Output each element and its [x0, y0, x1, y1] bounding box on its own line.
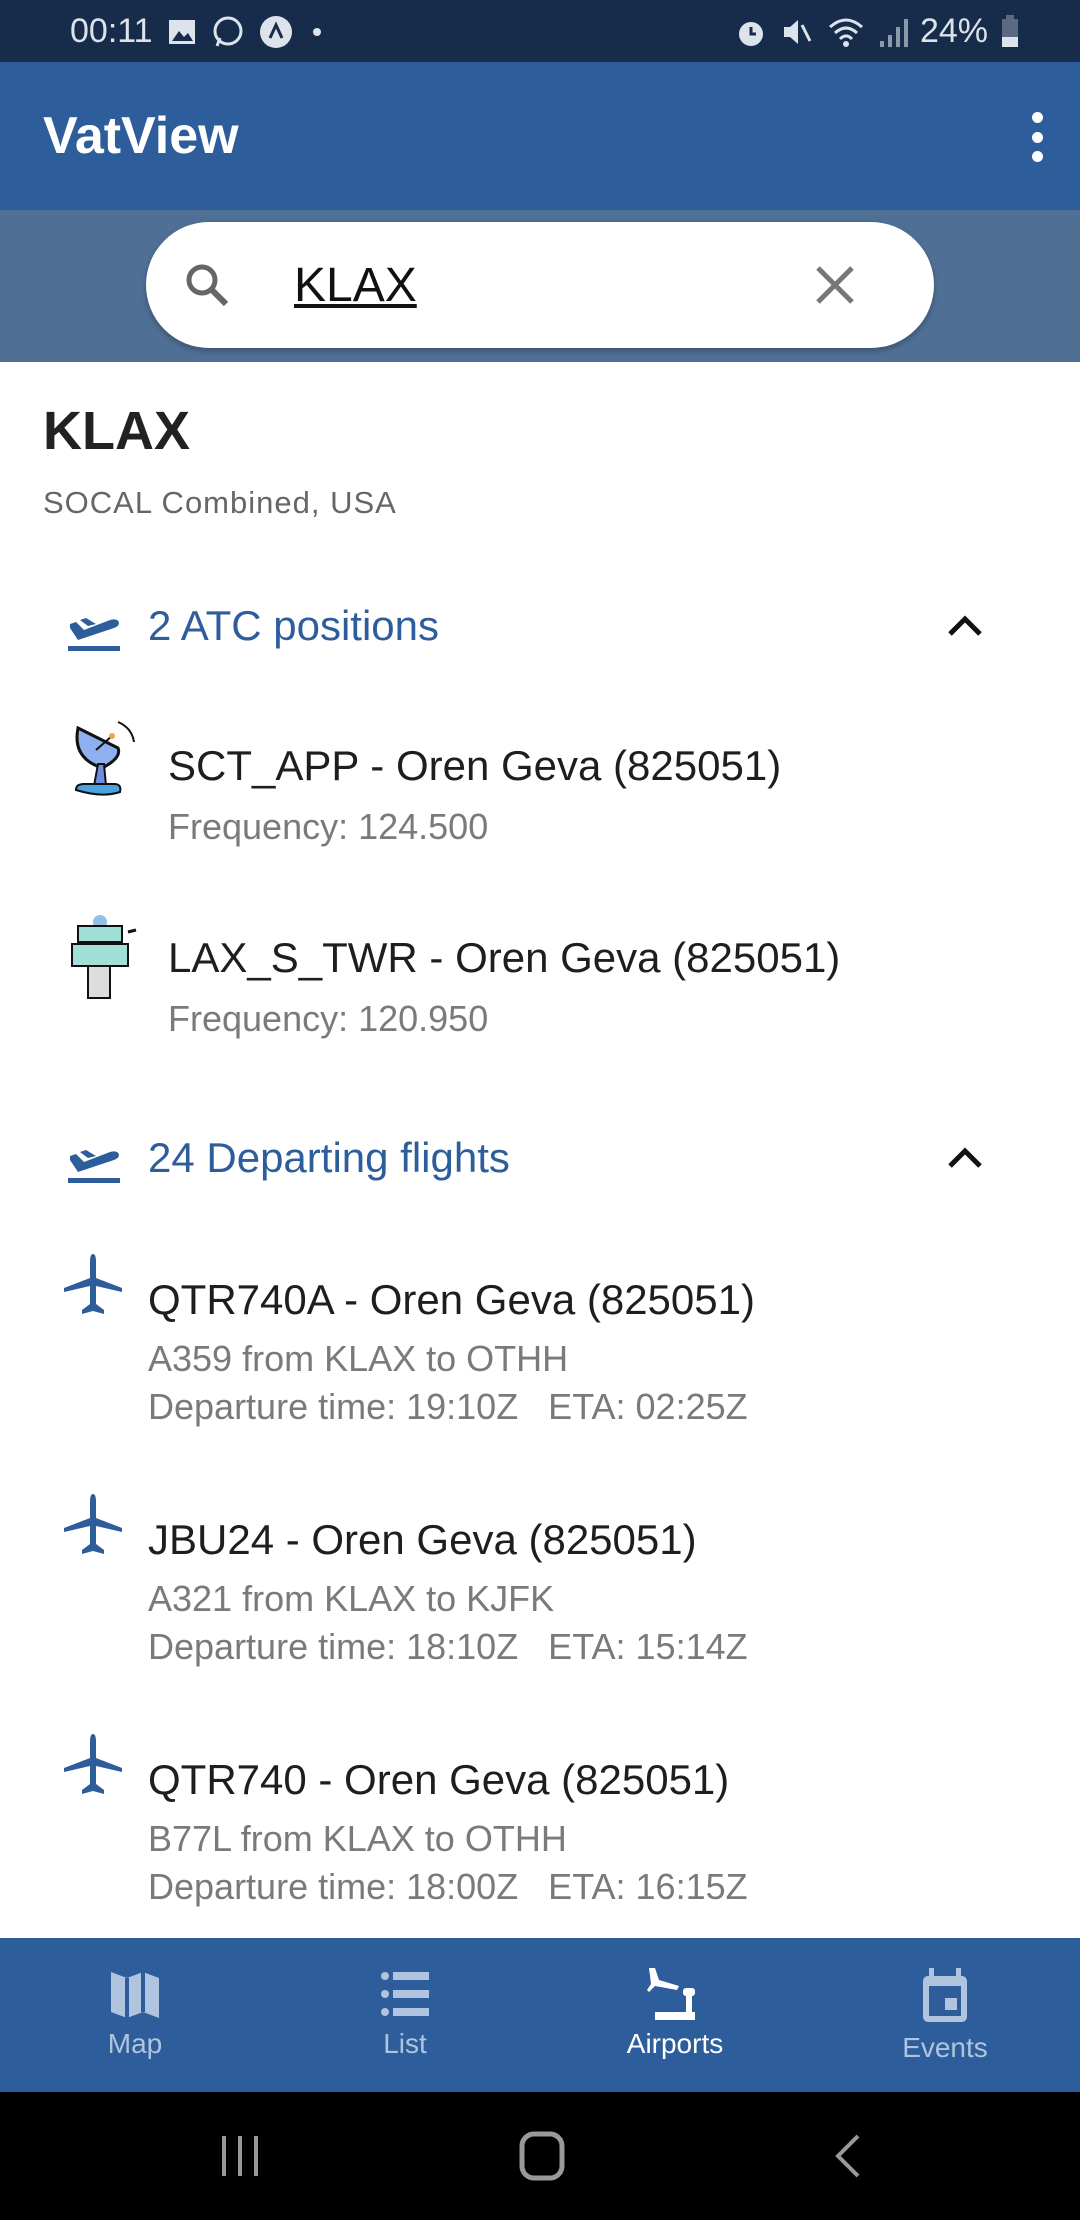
- tab-map[interactable]: Map: [0, 1938, 270, 2092]
- tab-list-label: List: [383, 2028, 427, 2059]
- atc-section-header[interactable]: 2 ATC positions: [0, 582, 1080, 672]
- flight-title: QTR740 - Oren Geva (825051): [148, 1756, 730, 1803]
- flight-title: JBU24 - Oren Geva (825051): [148, 1516, 697, 1563]
- airport-icon: [647, 1968, 695, 2020]
- map-icon: [111, 1972, 159, 2018]
- alarm-icon: [738, 21, 763, 46]
- app-bar: VatView: [0, 62, 1080, 210]
- flight-route: B77L from KLAX to OTHH: [148, 1818, 567, 1859]
- battery-icon: [1002, 14, 1018, 47]
- tab-list[interactable]: List: [270, 1938, 540, 2092]
- chevron-up-icon[interactable]: [942, 1136, 988, 1182]
- chevron-up-icon[interactable]: [942, 604, 988, 650]
- flight-takeoff-icon: [68, 1150, 120, 1183]
- app-notification-icon: [259, 15, 292, 48]
- tab-events[interactable]: Events: [810, 1938, 1080, 2092]
- bottom-navigation: Map List Airports Events: [0, 1938, 1080, 2092]
- recent-apps-icon[interactable]: [220, 2132, 264, 2180]
- flight-times: Departure time: 18:00Z ETA: 16:15Z: [148, 1866, 748, 1907]
- dot-icon: [312, 27, 321, 36]
- flight-takeoff-icon: [68, 618, 120, 651]
- app-title: VatView: [43, 107, 239, 165]
- airplane-icon: [64, 1254, 122, 1314]
- home-icon[interactable]: [518, 2130, 568, 2182]
- search-input[interactable]: [294, 252, 814, 318]
- signal-icon: [879, 18, 908, 47]
- search-icon[interactable]: [182, 260, 232, 310]
- status-bar: 00:11 24%: [0, 0, 1080, 62]
- airplane-icon: [64, 1734, 122, 1794]
- more-vert-icon[interactable]: [1022, 112, 1052, 162]
- calendar-icon: [923, 1968, 967, 2022]
- flight-title: QTR740A - Oren Geva (825051): [148, 1276, 755, 1323]
- flight-times: Departure time: 18:10Z ETA: 15:14Z: [148, 1626, 748, 1667]
- airplane-icon: [64, 1494, 122, 1554]
- radar-dish-icon: [74, 721, 135, 796]
- departures-section-label: 24 Departing flights: [148, 1134, 510, 1181]
- tab-airports[interactable]: Airports: [540, 1938, 810, 2092]
- mute-icon: [783, 19, 812, 44]
- flight-times: Departure time: 19:10Z ETA: 02:25Z: [148, 1386, 748, 1427]
- atc-title: LAX_S_TWR - Oren Geva (825051): [168, 934, 841, 981]
- search-area: [0, 210, 1080, 362]
- atc-title: SCT_APP - Oren Geva (825051): [168, 742, 782, 789]
- atc-frequency: Frequency: 120.950: [168, 998, 489, 1039]
- atc-section-label: 2 ATC positions: [148, 602, 440, 649]
- tab-airports-label: Airports: [626, 2028, 724, 2059]
- atc-item[interactable]: SCT_APP - Oren Geva (825051) Frequency: …: [0, 710, 1080, 860]
- airport-code: KLAX: [43, 401, 190, 461]
- flight-route: A321 from KLAX to KJFK: [148, 1578, 555, 1619]
- battery-percent: 24%: [919, 12, 988, 50]
- control-tower-icon: [71, 915, 137, 999]
- close-icon[interactable]: [814, 264, 856, 306]
- list-icon: [381, 1972, 429, 2016]
- tab-map-label: Map: [107, 2028, 163, 2059]
- flight-item[interactable]: QTR740A - Oren Geva (825051) A359 from K…: [0, 1236, 1080, 1446]
- search-bar: [146, 222, 934, 348]
- back-icon[interactable]: [830, 2132, 866, 2180]
- image-notification-icon: [168, 19, 195, 44]
- flight-item[interactable]: QTR740 - Oren Geva (825051) B77L from KL…: [0, 1716, 1080, 1926]
- airport-subtitle: SOCAL Combined, USA: [43, 485, 397, 520]
- system-navigation-bar: [0, 2092, 1080, 2220]
- departures-section-header[interactable]: 24 Departing flights: [0, 1114, 1080, 1204]
- status-time: 00:11: [70, 12, 153, 50]
- flight-item[interactable]: JBU24 - Oren Geva (825051) A321 from KLA…: [0, 1476, 1080, 1686]
- tab-events-label: Events: [902, 2032, 988, 2063]
- whatsapp-icon: [213, 16, 243, 47]
- atc-item[interactable]: LAX_S_TWR - Oren Geva (825051) Frequency…: [0, 902, 1080, 1052]
- flight-route: A359 from KLAX to OTHH: [148, 1338, 569, 1379]
- atc-frequency: Frequency: 124.500: [168, 806, 489, 847]
- wifi-icon: [828, 18, 863, 47]
